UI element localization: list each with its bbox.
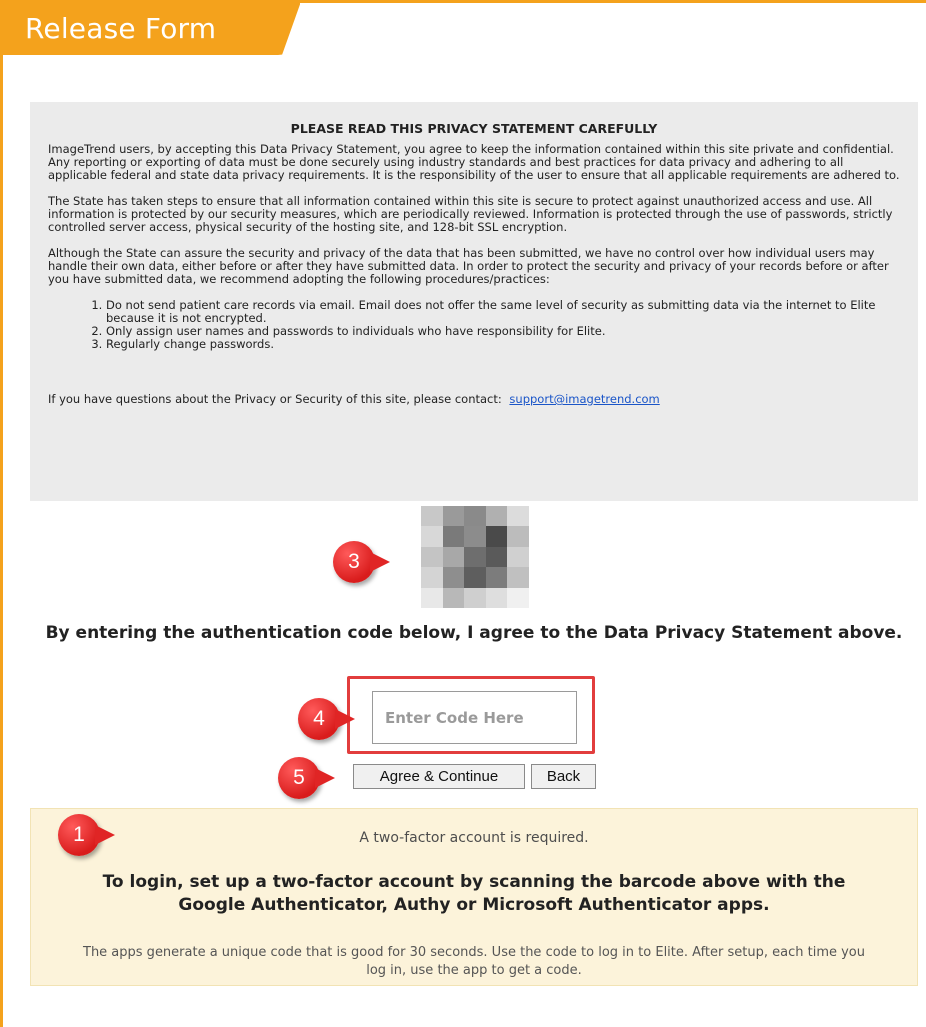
qr-cell <box>485 506 508 527</box>
qr-cell <box>507 587 529 608</box>
privacy-practices-list: Do not send patient care records via ema… <box>48 299 900 351</box>
agree-continue-button[interactable]: Agree & Continue <box>353 764 525 789</box>
qr-cell <box>485 567 508 588</box>
notice-required-text: A two-factor account is required. <box>359 830 589 846</box>
support-email-link[interactable]: support@imagetrend.com <box>509 392 659 406</box>
privacy-paragraph-3: Although the State can assure the securi… <box>48 246 889 286</box>
privacy-paragraph-1: ImageTrend users, by accepting this Data… <box>48 142 900 182</box>
qr-cell <box>485 526 508 547</box>
qr-cell <box>464 567 486 588</box>
qr-cell <box>421 506 443 527</box>
auth-code-input[interactable] <box>372 691 577 744</box>
qr-cell <box>421 546 443 568</box>
notice-instructions: To login, set up a two-factor account by… <box>102 872 846 915</box>
qr-cell <box>442 526 465 547</box>
qr-cell <box>442 506 465 527</box>
contact-text: If you have questions about the Privacy … <box>48 392 502 406</box>
qr-cell <box>442 567 465 588</box>
privacy-statement-panel: PLEASE READ THIS PRIVACY STATEMENT CAREF… <box>30 102 918 501</box>
qr-cell <box>485 546 508 568</box>
qr-cell <box>421 526 443 547</box>
callout-4-badge: 4 <box>298 698 355 740</box>
qr-cell <box>507 567 529 588</box>
two-factor-notice-panel: A two-factor account is required. To log… <box>30 808 918 986</box>
callout-1-badge: 1 <box>58 814 115 856</box>
back-button[interactable]: Back <box>531 764 596 789</box>
qr-cell <box>464 506 486 527</box>
privacy-contact-line: If you have questions about the Privacy … <box>48 393 900 406</box>
callout-3-badge: 3 <box>333 541 390 583</box>
page-title: Release Form <box>25 12 217 45</box>
notice-details: The apps generate a unique code that is … <box>83 945 865 978</box>
qr-cell <box>421 567 443 588</box>
qr-cell <box>464 587 486 608</box>
privacy-heading: PLEASE READ THIS PRIVACY STATEMENT CAREF… <box>290 121 658 136</box>
qr-cell <box>421 587 443 608</box>
qr-cell <box>464 546 486 568</box>
agreement-statement: By entering the authentication code belo… <box>45 623 903 643</box>
privacy-paragraph-2: The State has taken steps to ensure that… <box>48 194 893 234</box>
list-item: Do not send patient care records via ema… <box>106 299 900 325</box>
qr-cell <box>464 526 486 547</box>
page-left-border <box>0 0 3 1027</box>
qr-cell <box>507 526 529 547</box>
callout-5-badge: 5 <box>278 757 335 799</box>
qr-cell <box>442 587 465 608</box>
qr-cell <box>507 506 529 527</box>
two-factor-qr-code <box>421 506 529 608</box>
qr-cell <box>485 587 508 608</box>
qr-cell <box>507 546 529 568</box>
list-item: Regularly change passwords. <box>106 338 900 351</box>
qr-cell <box>442 546 465 568</box>
